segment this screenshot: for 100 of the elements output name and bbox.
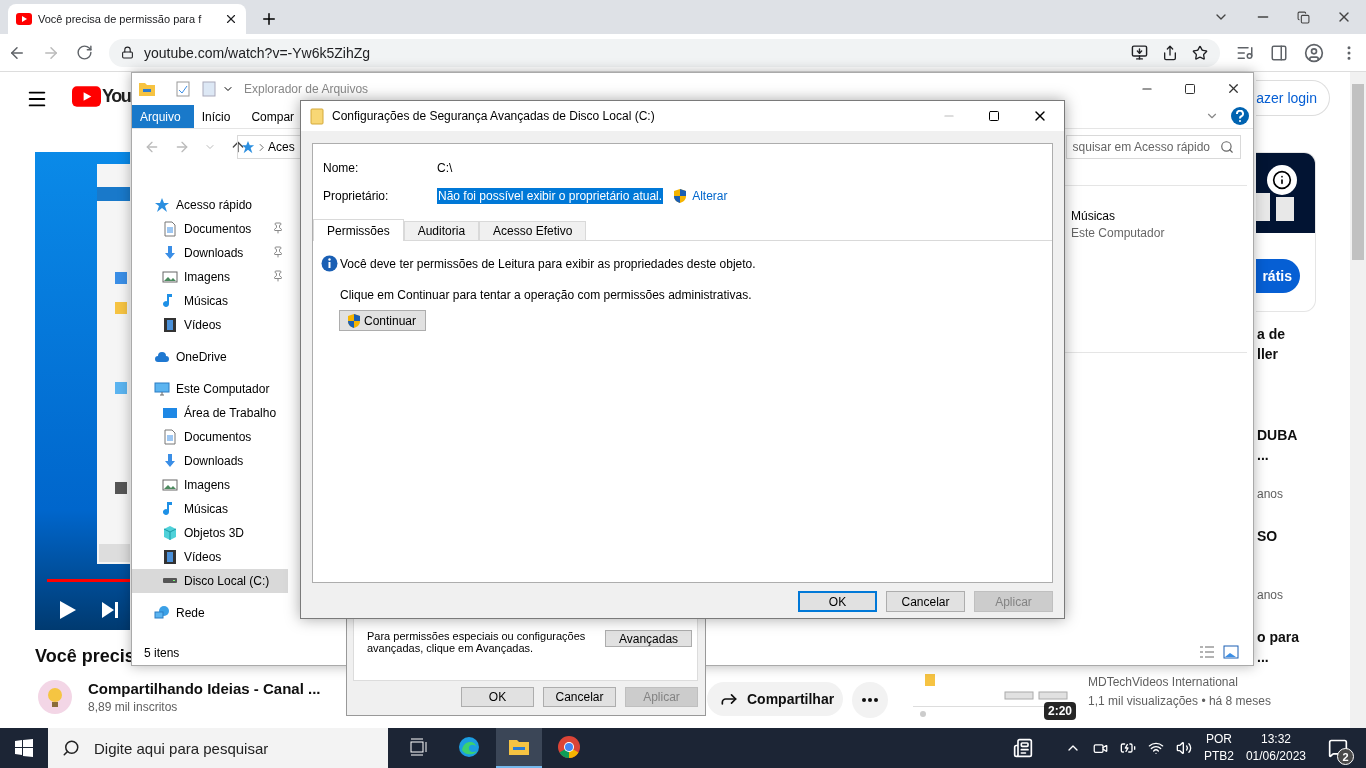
field-value: C:\: [437, 161, 453, 175]
dialog-tab[interactable]: Acesso Efetivo: [479, 221, 587, 241]
nav-item[interactable]: Músicas: [132, 289, 288, 313]
ad-button[interactable]: rátis: [1256, 259, 1300, 293]
star-icon[interactable]: [1192, 44, 1208, 61]
window-title: Explorador de Arquivos: [244, 82, 369, 96]
maximize-icon[interactable]: [988, 110, 1000, 122]
dialog-button[interactable]: OK: [798, 591, 877, 612]
dialog-title: Configurações de Segurança Avançadas de Disco Local (C:): [332, 109, 655, 123]
close-icon[interactable]: [1226, 81, 1241, 96]
nav-item[interactable]: Músicas: [132, 497, 288, 521]
nav-item[interactable]: Documentos: [132, 425, 288, 449]
share-icon[interactable]: [1162, 44, 1178, 61]
video-title[interactable]: ...: [1257, 445, 1299, 465]
search-field[interactable]: squisar em Acesso rápido: [1066, 135, 1241, 159]
nav-item[interactable]: Imagens: [132, 473, 288, 497]
nav-item[interactable]: Rede: [132, 601, 288, 625]
video-title[interactable]: ...: [1257, 647, 1299, 667]
cloud-icon: [154, 349, 170, 365]
wifi-icon[interactable]: [1147, 740, 1164, 756]
volume-icon[interactable]: [1175, 740, 1192, 756]
address-bar[interactable]: youtube.com/watch?v=-Yw6k5ZihZg: [109, 38, 1220, 67]
info-message: Você deve ter permissões de Leitura para exibir as propriedades deste objeto.: [340, 256, 756, 271]
channel-name[interactable]: MDTechVideos International: [1088, 675, 1271, 689]
ribbon-tab[interactable]: Início: [193, 105, 244, 128]
play-icon[interactable]: [59, 600, 77, 620]
clock[interactable]: 13:32 01/06/2023: [1245, 731, 1306, 765]
change-link[interactable]: Alterar: [692, 189, 728, 203]
install-icon[interactable]: [1131, 44, 1148, 61]
dialog-button[interactable]: Cancelar: [886, 591, 965, 612]
youtube-logo[interactable]: You: [72, 86, 131, 107]
youtube-icon: [16, 13, 32, 25]
edge-icon[interactable]: [457, 735, 481, 759]
share-button[interactable]: Compartilhar: [707, 682, 843, 716]
channel-name[interactable]: Compartilhando Ideias - Canal ...: [88, 680, 321, 697]
video-title[interactable]: SO: [1257, 526, 1299, 546]
folder-icon: [138, 81, 156, 97]
nav-item[interactable]: Vídeos: [132, 545, 288, 569]
nav-item[interactable]: Downloads: [132, 241, 288, 265]
nav-item[interactable]: Área de Trabalho: [132, 401, 288, 425]
dialog-tab[interactable]: Auditoria: [403, 221, 480, 241]
next-icon[interactable]: [101, 601, 119, 619]
maximize-icon[interactable]: [1184, 81, 1196, 96]
nav-item[interactable]: Downloads: [132, 449, 288, 473]
owner-value: Não foi possível exibir o proprietário atual.: [437, 188, 664, 204]
side-panel-icon[interactable]: [1270, 43, 1288, 62]
nav-item[interactable]: Disco Local (C:): [132, 569, 288, 593]
continue-button[interactable]: Continuar: [339, 310, 426, 331]
help-icon[interactable]: [1231, 107, 1249, 125]
dialog-button[interactable]: OK: [461, 687, 534, 707]
search-icon: [1220, 140, 1234, 154]
tab-title: Você precisa de permissão para f: [38, 13, 203, 25]
video-title[interactable]: a de: [1257, 324, 1299, 344]
battery-icon[interactable]: [1119, 740, 1136, 756]
advanced-hint: Para permissões especiais ou configurações avançadas, clique em Avançadas.: [367, 630, 586, 654]
new-tab-icon[interactable]: [260, 10, 278, 28]
nav-item[interactable]: Objetos 3D: [132, 521, 288, 545]
up-icon[interactable]: [230, 139, 246, 155]
restore-icon[interactable]: [1297, 10, 1310, 24]
large-icons-view-icon[interactable]: [1223, 645, 1239, 659]
document-icon: [162, 221, 178, 237]
video-title[interactable]: ller: [1257, 344, 1299, 364]
nav-item[interactable]: Acesso rápido: [132, 193, 288, 217]
nav-item[interactable]: Vídeos: [132, 313, 288, 337]
taskbar-search[interactable]: Digite aqui para pesquisar: [48, 728, 388, 768]
file-name[interactable]: Músicas: [1071, 209, 1253, 223]
nav-item[interactable]: Imagens: [132, 265, 288, 289]
channel-avatar[interactable]: [38, 680, 72, 714]
shield-icon: [346, 312, 362, 329]
dialog-tab[interactable]: Permissões: [313, 219, 404, 241]
video-title[interactable]: DUBA: [1257, 425, 1299, 445]
document-icon: [162, 429, 178, 445]
dialog-button[interactable]: Cancelar: [543, 687, 616, 707]
download-icon: [162, 245, 178, 261]
image-icon: [162, 477, 178, 493]
nav-item[interactable]: OneDrive: [132, 345, 288, 369]
reload-icon[interactable]: [76, 44, 93, 61]
language-indicator[interactable]: POR PTB2: [1203, 731, 1234, 765]
scrollbar[interactable]: [1350, 72, 1366, 728]
news-icon[interactable]: [1012, 738, 1033, 758]
cube-icon: [162, 525, 178, 541]
computer-icon: [154, 381, 170, 397]
video-title[interactable]: o para: [1257, 627, 1299, 647]
star-icon: [241, 140, 255, 154]
video-meta: anos: [1257, 588, 1285, 602]
field-label: Proprietário:: [323, 189, 390, 203]
properties-icon[interactable]: [176, 81, 190, 97]
nav-item[interactable]: Documentos: [132, 217, 288, 241]
advanced-button[interactable]: Avançadas: [605, 630, 692, 647]
info-icon: [321, 255, 338, 272]
field-label: Nome:: [323, 161, 360, 175]
profile-icon[interactable]: [1304, 42, 1324, 63]
nav-item[interactable]: Este Computador: [132, 377, 288, 401]
more-button[interactable]: [852, 682, 888, 718]
browser-tab[interactable]: Você precisa de permissão para f: [8, 4, 246, 34]
close-icon[interactable]: [224, 12, 238, 26]
hint-text: Clique em Continuar para tentar a operação com permissões administrativas.: [340, 288, 753, 302]
chrome-icon[interactable]: [557, 735, 581, 759]
ribbon-tab[interactable]: Arquivo: [132, 105, 194, 128]
chevron-icon: [259, 142, 264, 152]
